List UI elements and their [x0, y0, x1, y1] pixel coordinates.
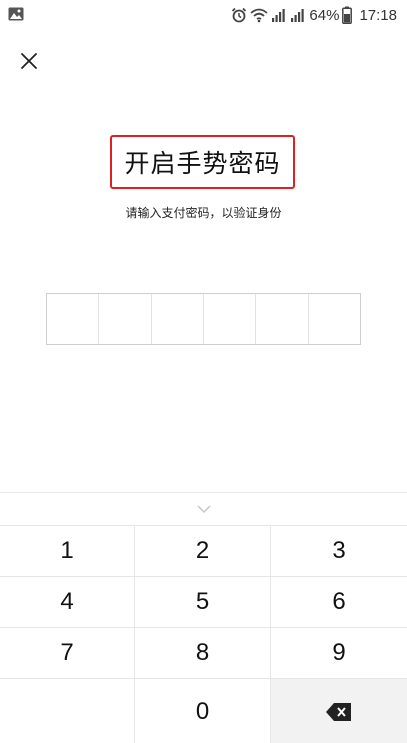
pin-cell [256, 294, 309, 344]
key-blank [0, 679, 135, 743]
wifi-icon [250, 8, 269, 23]
clock: 17:18 [359, 6, 397, 24]
chevron-down-icon[interactable] [196, 504, 212, 514]
battery-percent: 64% [309, 6, 340, 24]
key-0[interactable]: 0 [135, 679, 271, 743]
key-6[interactable]: 6 [271, 577, 407, 628]
pin-cell [99, 294, 152, 344]
close-button[interactable] [16, 48, 42, 74]
signal-icon [291, 9, 305, 22]
signal-icon [272, 9, 286, 22]
title-highlight: 开启手势密码 [110, 135, 295, 189]
key-9[interactable]: 9 [271, 628, 407, 679]
page-subtitle: 请输入支付密码，以验证身份 [125, 206, 282, 220]
key-4[interactable]: 4 [0, 577, 135, 628]
close-icon [21, 53, 37, 69]
key-8[interactable]: 8 [135, 628, 271, 679]
key-5[interactable]: 5 [135, 577, 271, 628]
battery-icon [342, 6, 353, 24]
page-title: 开启手势密码 [124, 149, 281, 178]
pin-cell [309, 294, 360, 344]
alarm-icon [232, 7, 247, 23]
status-bar: 64% 17:18 [0, 0, 407, 30]
key-7[interactable]: 7 [0, 628, 135, 679]
pin-cell [152, 294, 204, 344]
numeric-keypad: 1 2 3 4 5 6 7 8 9 0 [0, 525, 407, 743]
backspace-icon [326, 702, 351, 721]
key-3[interactable]: 3 [271, 526, 407, 577]
pin-input[interactable] [46, 293, 361, 345]
key-1[interactable]: 1 [0, 526, 135, 577]
delete-button[interactable] [271, 679, 407, 743]
key-2[interactable]: 2 [135, 526, 271, 577]
status-icons: 64% 17:18 [231, 4, 397, 26]
pin-cell [47, 294, 100, 344]
pin-cell [204, 294, 257, 344]
image-icon [8, 7, 24, 21]
keypad-collapse-bar[interactable] [0, 492, 407, 525]
